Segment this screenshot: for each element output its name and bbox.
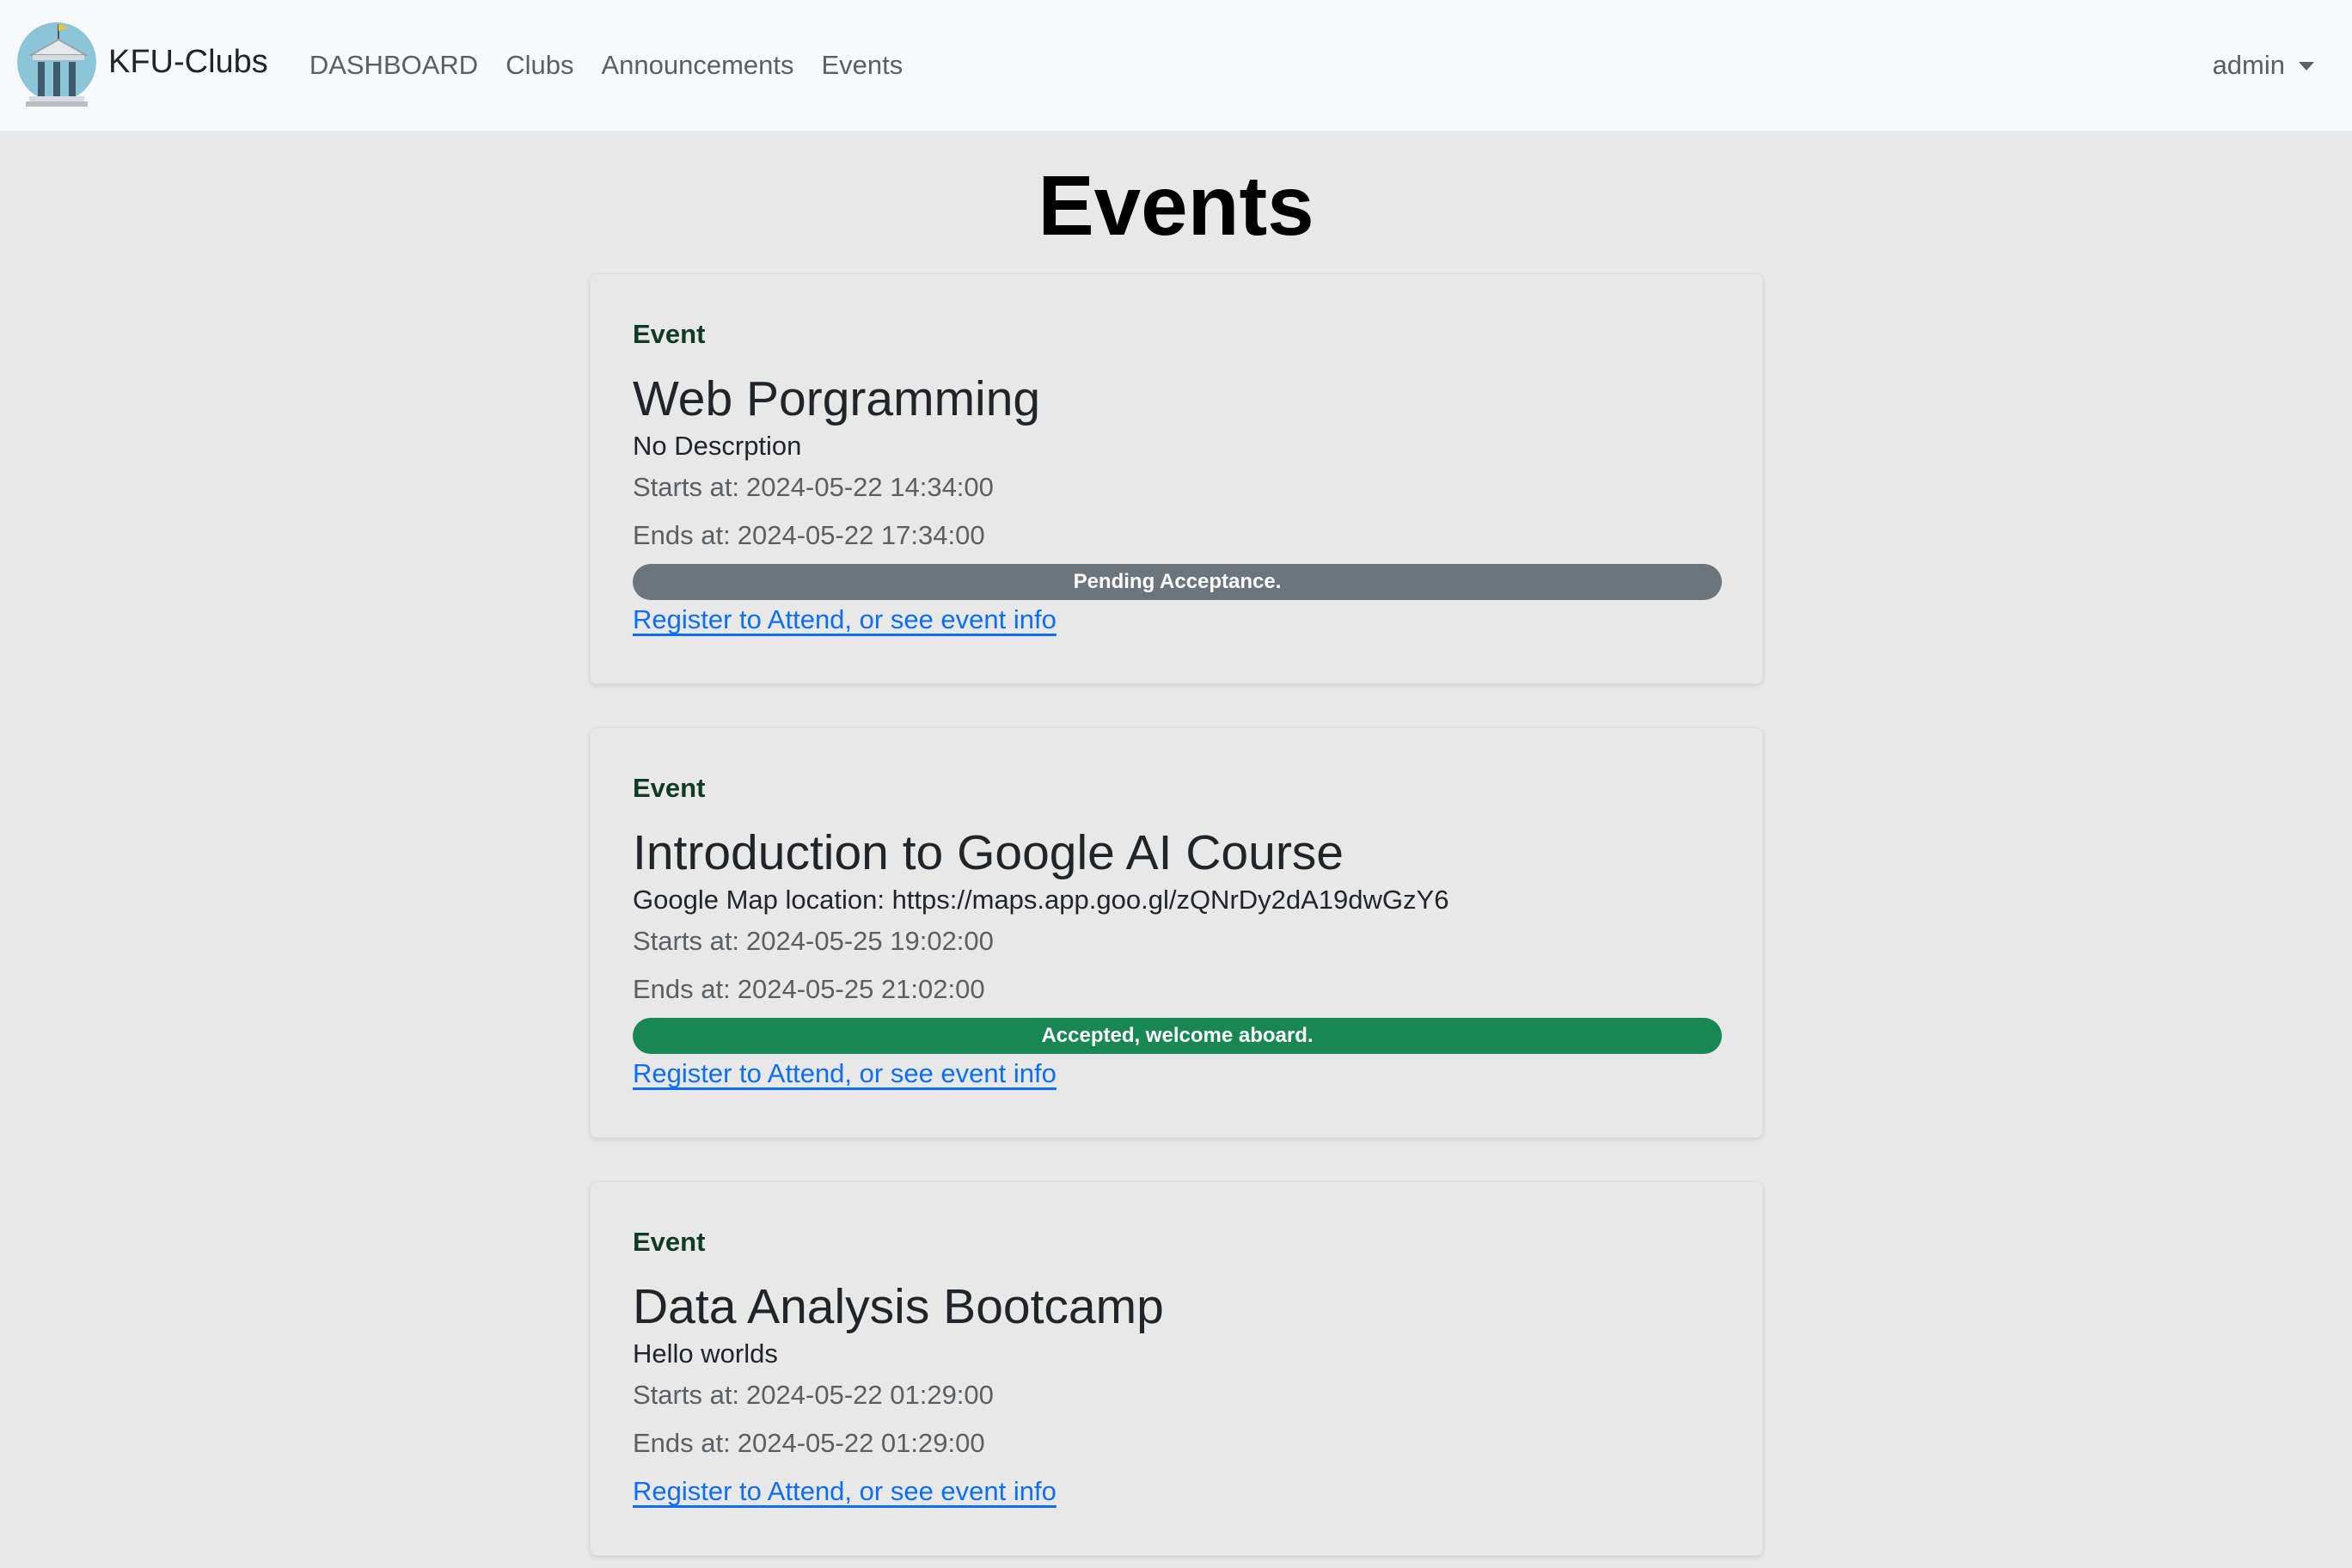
nav-events[interactable]: Events [808, 50, 917, 81]
event-label: Event [633, 773, 706, 803]
event-description: No Descrption [633, 431, 802, 461]
status-badge: Accepted, welcome aboard. [633, 1018, 1722, 1054]
status-badge: Pending Acceptance. [633, 564, 1722, 600]
event-card: Event Data Analysis Bootcamp Hello world… [590, 1181, 1763, 1556]
event-start-time: Starts at: 2024-05-22 14:34:00 [633, 472, 994, 503]
top-navbar: KFU-Clubs DASHBOARD Clubs Announcements … [0, 0, 2352, 131]
nav-clubs[interactable]: Clubs [492, 50, 587, 81]
start-value: 2024-05-22 14:34:00 [746, 472, 994, 502]
event-card: Event Web Porgramming No Descrption Star… [590, 273, 1763, 684]
nav-links: DASHBOARD Clubs Announcements Events [296, 50, 916, 81]
event-description: Google Map location: https://maps.app.go… [633, 885, 1449, 915]
caret-down-icon [2299, 62, 2314, 70]
start-label: Starts at: [633, 1380, 740, 1410]
event-title: Introduction to Google AI Course [633, 825, 1344, 880]
end-label: Ends at: [633, 1428, 731, 1458]
register-link[interactable]: Register to Attend, or see event info [633, 1476, 1057, 1507]
start-value: 2024-05-25 19:02:00 [746, 926, 994, 956]
page-title: Events [1038, 158, 1314, 253]
end-value: 2024-05-22 01:29:00 [737, 1428, 985, 1458]
event-description: Hello worlds [633, 1338, 778, 1369]
event-end-time: Ends at: 2024-05-22 17:34:00 [633, 520, 985, 551]
event-card: Event Introduction to Google AI Course G… [590, 727, 1763, 1138]
end-value: 2024-05-25 21:02:00 [737, 974, 985, 1004]
event-start-time: Starts at: 2024-05-25 19:02:00 [633, 926, 994, 957]
event-label: Event [633, 319, 706, 349]
brand-name: KFU-Clubs [108, 43, 268, 80]
register-link[interactable]: Register to Attend, or see event info [633, 1058, 1057, 1089]
end-label: Ends at: [633, 974, 731, 1004]
start-label: Starts at: [633, 926, 740, 956]
register-link[interactable]: Register to Attend, or see event info [633, 604, 1057, 635]
event-label: Event [633, 1227, 706, 1257]
event-start-time: Starts at: 2024-05-22 01:29:00 [633, 1380, 994, 1411]
nav-announcements[interactable]: Announcements [587, 50, 807, 81]
start-label: Starts at: [633, 472, 740, 502]
event-end-time: Ends at: 2024-05-22 01:29:00 [633, 1428, 985, 1459]
nav-dashboard[interactable]: DASHBOARD [296, 50, 492, 81]
event-title: Web Porgramming [633, 371, 1041, 426]
event-title: Data Analysis Bootcamp [633, 1279, 1164, 1334]
user-name: admin [2212, 50, 2285, 80]
event-end-time: Ends at: 2024-05-25 21:02:00 [633, 974, 985, 1005]
start-value: 2024-05-22 01:29:00 [746, 1380, 994, 1410]
end-label: Ends at: [633, 520, 731, 550]
user-menu-toggle[interactable]: admin [2213, 50, 2314, 81]
university-building-icon [17, 22, 96, 107]
end-value: 2024-05-22 17:34:00 [737, 520, 985, 550]
brand-link[interactable]: KFU-Clubs [15, 21, 268, 110]
